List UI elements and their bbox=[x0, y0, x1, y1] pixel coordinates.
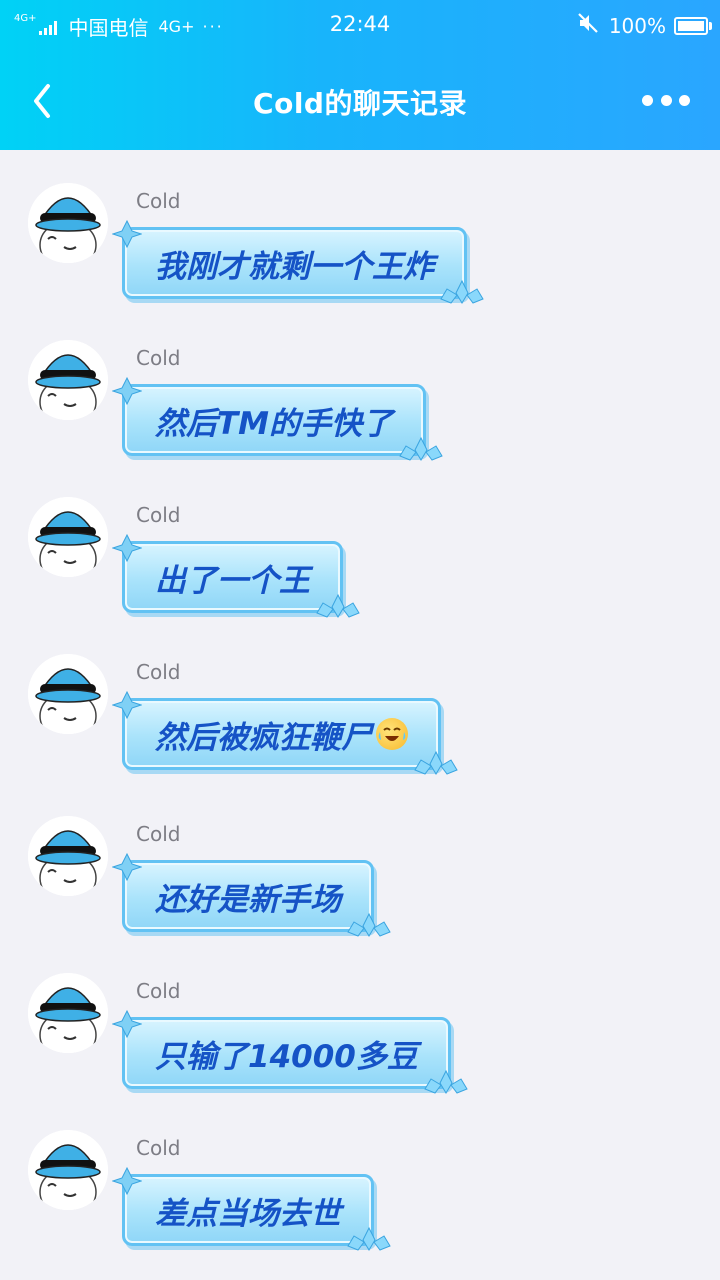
message-text: 只输了14000多豆 bbox=[155, 1038, 418, 1075]
dot bbox=[679, 94, 690, 106]
crystal-decoration-icon bbox=[112, 1009, 142, 1039]
message-bubble-wrap: 然后被疯狂鞭尸 bbox=[112, 690, 458, 775]
dot bbox=[660, 94, 672, 106]
message-text: 然后TM的手快了 bbox=[155, 405, 393, 442]
message-item: Cold 差点当场去世 bbox=[0, 1130, 720, 1280]
avatar[interactable] bbox=[28, 497, 108, 577]
mute-icon bbox=[577, 12, 599, 39]
crystal-decoration-icon bbox=[112, 376, 142, 406]
avatar[interactable] bbox=[28, 816, 108, 896]
dot bbox=[642, 94, 653, 106]
avatar-cartoon-icon bbox=[28, 654, 108, 734]
message-text: 我刚才就剩一个王炸 bbox=[155, 248, 434, 285]
avatar[interactable] bbox=[28, 973, 108, 1053]
top-bar: 4G+ 中国电信 4G+ ··· 22:44 100% Cold的聊天记录 bbox=[0, 0, 720, 150]
message-bubble[interactable]: 我刚才就剩一个王炸 bbox=[122, 227, 467, 299]
page-title: Cold的聊天记录 bbox=[253, 87, 467, 120]
avatar-cartoon-icon bbox=[28, 816, 108, 896]
message-bubble[interactable]: 然后被疯狂鞭尸 bbox=[122, 698, 441, 770]
message-item: Cold 然后被疯狂鞭尸 bbox=[0, 654, 720, 804]
avatar[interactable] bbox=[28, 654, 108, 734]
message-bubble-wrap: 然后TM的手快了 bbox=[112, 376, 443, 461]
avatar-cartoon-icon bbox=[28, 183, 108, 263]
crystal-decoration-icon bbox=[112, 219, 142, 249]
crystal-flower-icon bbox=[347, 1226, 391, 1251]
message-item: Cold 出了一个王 bbox=[0, 497, 720, 647]
crystal-flower-icon bbox=[399, 436, 443, 461]
message-text: 还好是新手场 bbox=[155, 881, 341, 918]
crystal-decoration-icon bbox=[112, 1166, 142, 1196]
crystal-flower-icon bbox=[424, 1069, 468, 1094]
sender-name: Cold bbox=[136, 503, 181, 527]
message-bubble-wrap: 还好是新手场 bbox=[112, 852, 391, 937]
more-options-button[interactable] bbox=[642, 86, 690, 114]
message-item: Cold 只输了14000多豆 bbox=[0, 973, 720, 1123]
message-bubble-wrap: 只输了14000多豆 bbox=[112, 1009, 468, 1094]
crying-laughing-emoji-icon bbox=[376, 718, 408, 750]
sender-name: Cold bbox=[136, 1136, 181, 1160]
message-bubble-wrap: 出了一个王 bbox=[112, 533, 360, 618]
avatar-cartoon-icon bbox=[28, 973, 108, 1053]
sender-name: Cold bbox=[136, 979, 181, 1003]
crystal-flower-icon bbox=[440, 279, 484, 304]
message-bubble[interactable]: 然后TM的手快了 bbox=[122, 384, 426, 456]
status-bar: 4G+ 中国电信 4G+ ··· 22:44 100% bbox=[0, 0, 720, 52]
crystal-decoration-icon bbox=[112, 852, 142, 882]
crystal-decoration-icon bbox=[112, 533, 142, 563]
message-text: 差点当场去世 bbox=[155, 1195, 341, 1232]
message-bubble[interactable]: 只输了14000多豆 bbox=[122, 1017, 451, 1089]
avatar[interactable] bbox=[28, 1130, 108, 1210]
avatar[interactable] bbox=[28, 340, 108, 420]
message-bubble-wrap: 差点当场去世 bbox=[112, 1166, 391, 1251]
message-text: 然后被疯狂鞭尸 bbox=[155, 719, 372, 756]
message-bubble[interactable]: 出了一个王 bbox=[122, 541, 343, 613]
sender-name: Cold bbox=[136, 822, 181, 846]
crystal-flower-icon bbox=[414, 750, 458, 775]
sender-name: Cold bbox=[136, 660, 181, 684]
battery-percentage: 100% bbox=[608, 13, 666, 38]
avatar[interactable] bbox=[28, 183, 108, 263]
message-bubble[interactable]: 差点当场去世 bbox=[122, 1174, 374, 1246]
message-item: Cold 然后TM的手快了 bbox=[0, 340, 720, 490]
title-bar: Cold的聊天记录 bbox=[0, 52, 720, 150]
avatar-cartoon-icon bbox=[28, 340, 108, 420]
message-bubble[interactable]: 还好是新手场 bbox=[122, 860, 374, 932]
crystal-flower-icon bbox=[347, 912, 391, 937]
avatar-cartoon-icon bbox=[28, 497, 108, 577]
avatar-cartoon-icon bbox=[28, 1130, 108, 1210]
sender-name: Cold bbox=[136, 346, 181, 370]
message-item: Cold 还好是新手场 bbox=[0, 816, 720, 966]
sender-name: Cold bbox=[136, 189, 181, 213]
crystal-decoration-icon bbox=[112, 690, 142, 720]
message-text: 出了一个王 bbox=[155, 562, 310, 599]
battery-icon bbox=[674, 16, 712, 35]
message-item: Cold 我刚才就剩一个王炸 bbox=[0, 183, 720, 333]
message-bubble-wrap: 我刚才就剩一个王炸 bbox=[112, 219, 484, 304]
crystal-flower-icon bbox=[316, 593, 360, 618]
